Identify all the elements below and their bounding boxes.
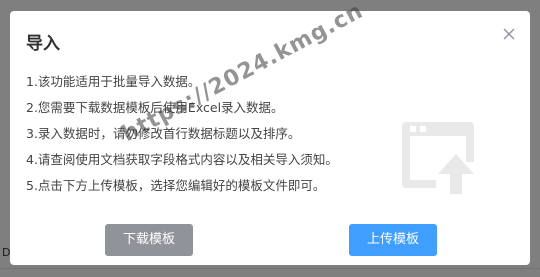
instruction-item: 5.点击下方上传模板，选择您编辑好的模板文件即可。: [26, 178, 326, 193]
close-icon[interactable]: [500, 25, 518, 43]
dialog-title: 导入: [26, 34, 60, 54]
instruction-item: 4.请查阅使用文档获取字段格式内容以及相关导入须知。: [26, 152, 338, 167]
download-template-button[interactable]: 下载模板: [105, 224, 193, 256]
instruction-item: 3.录入数据时，请勿修改首行数据标题以及排序。: [26, 126, 301, 141]
upload-file-icon: [396, 118, 482, 202]
upload-template-button[interactable]: 上传模板: [349, 224, 437, 256]
instruction-list: 1.该功能适用于批量导入数据。 2.您需要下载数据模板后使用Excel录入数据。…: [26, 69, 338, 199]
